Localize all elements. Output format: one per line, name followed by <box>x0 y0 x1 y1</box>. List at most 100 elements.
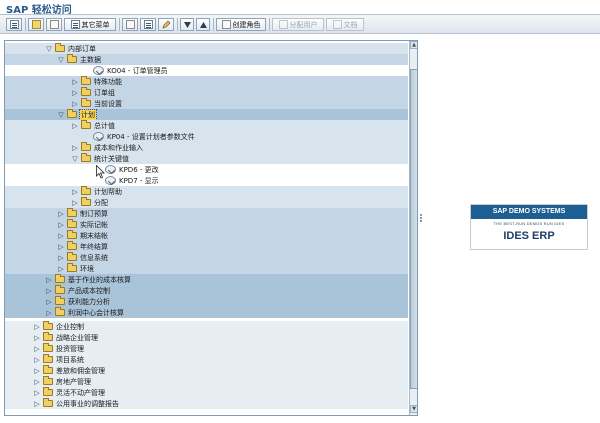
expand-triangle-open-icon[interactable]: ▽ <box>57 56 65 64</box>
documentation-label: 文档 <box>343 20 358 29</box>
tree-folder-item[interactable]: ▽ 内部订单 <box>5 43 408 54</box>
folder-icon <box>81 98 91 107</box>
tree-item-label: 环境 <box>80 264 94 273</box>
expand-triangle-closed-icon[interactable]: ▷ <box>71 144 79 152</box>
tree-folder-item[interactable]: ▷ 企业控制 <box>5 321 408 332</box>
add-favorite-icon[interactable] <box>122 18 138 31</box>
panel-splitter-handle[interactable] <box>420 214 422 226</box>
toolbar-separator <box>119 18 120 31</box>
expand-triangle-open-icon[interactable]: ▽ <box>57 111 65 119</box>
expand-triangle-closed-icon[interactable]: ▷ <box>57 232 65 240</box>
tree-folder-item[interactable]: ▷ 期末结帐 <box>5 230 408 241</box>
transaction-icon <box>93 132 104 141</box>
folder-icon <box>81 186 91 195</box>
folder-icon <box>81 153 91 162</box>
tree-folder-item[interactable]: ▷ 年终结算 <box>5 241 408 252</box>
tree-folder-item[interactable]: ▷ 制订预算 <box>5 208 408 219</box>
expand-triangle-closed-icon[interactable]: ▷ <box>45 309 53 317</box>
tree-folder-item[interactable]: ▽ 主数据 <box>5 54 408 65</box>
edit-pencil-icon[interactable] <box>158 18 174 31</box>
tree-folder-item[interactable]: ▷ 项目系统 <box>5 354 408 365</box>
tree-folder-item[interactable]: ▷ 战略企业管理 <box>5 332 408 343</box>
tree-folder-item[interactable]: ▷ 成本和作业输入 <box>5 142 408 153</box>
expand-triangle-closed-icon[interactable]: ▷ <box>33 378 41 386</box>
expand-triangle-closed-icon[interactable]: ▷ <box>57 210 65 218</box>
expand-triangle-closed-icon[interactable]: ▷ <box>33 334 41 342</box>
folder-icon <box>43 321 53 330</box>
tree-folder-item[interactable]: ▷ 产品成本控制 <box>5 285 408 296</box>
expand-triangle-closed-icon[interactable]: ▷ <box>33 389 41 397</box>
tree-folder-item[interactable]: ▷ 差旅和佣金管理 <box>5 365 408 376</box>
scrollbar-thumb[interactable] <box>410 69 417 389</box>
expand-triangle-closed-icon[interactable]: ▷ <box>33 367 41 375</box>
expand-triangle-closed-icon[interactable]: ▷ <box>33 400 41 408</box>
expand-triangle-open-icon[interactable]: ▽ <box>45 45 53 53</box>
move-down-icon[interactable] <box>180 18 194 31</box>
expand-triangle-closed-icon[interactable]: ▷ <box>71 122 79 130</box>
expand-triangle-open-icon[interactable]: ▽ <box>71 155 79 163</box>
tree-transaction-item[interactable]: KPD7 - 显示 <box>5 175 408 186</box>
tree-folder-item[interactable]: ▷ 特殊功能 <box>5 76 408 87</box>
tree-folder-item[interactable]: ▷ 分配 <box>5 197 408 208</box>
expand-triangle-closed-icon[interactable]: ▷ <box>45 287 53 295</box>
tree-folder-item[interactable]: ▷ 投资管理 <box>5 343 408 354</box>
folder-icon <box>67 241 77 250</box>
tree-item-label: 项目系统 <box>56 355 84 364</box>
move-up-icon[interactable] <box>196 18 210 31</box>
tree-folder-item[interactable]: ▷ 订单组 <box>5 87 408 98</box>
tree-folder-item[interactable]: ▷ 环境 <box>5 263 408 274</box>
create-role-button[interactable]: 创建角色 <box>216 18 266 31</box>
tree-folder-item[interactable]: ▷ 获利能力分析 <box>5 296 408 307</box>
expand-triangle-closed-icon[interactable]: ▷ <box>57 221 65 229</box>
tree-folder-item[interactable]: ▽ 计划 <box>5 108 408 121</box>
other-menu-button[interactable]: 其它菜单 <box>64 18 116 31</box>
tree-folder-item[interactable]: ▷ 利润中心会计核算 <box>5 307 408 318</box>
expand-triangle-closed-icon[interactable]: ▷ <box>57 243 65 251</box>
menu-list-icon[interactable] <box>6 18 22 31</box>
expand-triangle-closed-icon[interactable]: ▷ <box>71 188 79 196</box>
folder-icon <box>67 230 77 239</box>
tree-item-label: 基于作业的成本核算 <box>68 275 131 284</box>
tree-transaction-item[interactable]: KP04 - 设置计划者参数文件 <box>5 131 408 142</box>
menu-tree: ▽ 内部订单 ▽ 主数据 KO04 - 订单管理员 ▷ 特殊功能 ▷ 订单组 ▷ 当前设置 ▽ 计划 ▷ 总… <box>5 41 408 415</box>
folder-icon <box>55 307 65 316</box>
documentation-button[interactable]: 文档 <box>326 18 364 31</box>
tree-item-label: KP04 - 设置计划者参数文件 <box>107 132 195 141</box>
sap-menu-icon[interactable] <box>28 18 44 31</box>
tree-folder-item[interactable]: ▷ 当前设置 <box>5 98 408 109</box>
expand-triangle-closed-icon[interactable]: ▷ <box>57 265 65 273</box>
transaction-icon <box>93 66 104 75</box>
tree-folder-item[interactable]: ▽ 统计关键值 <box>5 153 408 164</box>
expand-triangle-closed-icon[interactable]: ▷ <box>45 298 53 306</box>
expand-triangle-closed-icon[interactable]: ▷ <box>71 199 79 207</box>
tree-folder-item[interactable]: ▷ 基于作业的成本核算 <box>5 274 408 285</box>
expand-triangle-closed-icon[interactable]: ▷ <box>71 100 79 108</box>
tree-folder-item[interactable]: ▷ 计划帮助 <box>5 186 408 197</box>
tree-transaction-item[interactable]: KO04 - 订单管理员 <box>5 65 408 76</box>
tree-item-label: KPD6 - 更改 <box>119 165 159 174</box>
expand-triangle-closed-icon[interactable]: ▷ <box>57 254 65 262</box>
tree-item-label: 内部订单 <box>68 44 96 53</box>
expand-triangle-closed-icon[interactable]: ▷ <box>33 356 41 364</box>
user-menu-icon[interactable] <box>46 18 62 31</box>
assign-user-button[interactable]: 分配用户 <box>272 18 324 31</box>
vertical-scrollbar[interactable]: ▲ ▼ <box>409 41 417 415</box>
expand-triangle-closed-icon[interactable]: ▷ <box>33 323 41 331</box>
expand-triangle-closed-icon[interactable]: ▷ <box>71 89 79 97</box>
tree-folder-item[interactable]: ▷ 信息系统 <box>5 252 408 263</box>
tree-transaction-item[interactable]: KPD6 - 更改 <box>5 164 408 175</box>
folder-icon <box>67 208 77 217</box>
expand-triangle-closed-icon[interactable]: ▷ <box>33 345 41 353</box>
tree-folder-item[interactable]: ▷ 总计值 <box>5 120 408 131</box>
scroll-down-icon[interactable]: ▼ <box>410 405 417 413</box>
expand-triangle-closed-icon[interactable]: ▷ <box>45 276 53 284</box>
tree-folder-item[interactable]: ▷ 公用事业的调整报告 <box>5 398 408 409</box>
tree-item-label: 灵活不动产管理 <box>56 388 105 397</box>
tree-folder-item[interactable]: ▷ 房地产管理 <box>5 376 408 387</box>
tree-folder-item[interactable]: ▷ 灵活不动产管理 <box>5 387 408 398</box>
change-favorite-icon[interactable] <box>140 18 156 31</box>
scroll-up-icon[interactable]: ▲ <box>410 41 417 49</box>
tree-folder-item[interactable]: ▷ 实际记帐 <box>5 219 408 230</box>
expand-triangle-closed-icon[interactable]: ▷ <box>71 78 79 86</box>
